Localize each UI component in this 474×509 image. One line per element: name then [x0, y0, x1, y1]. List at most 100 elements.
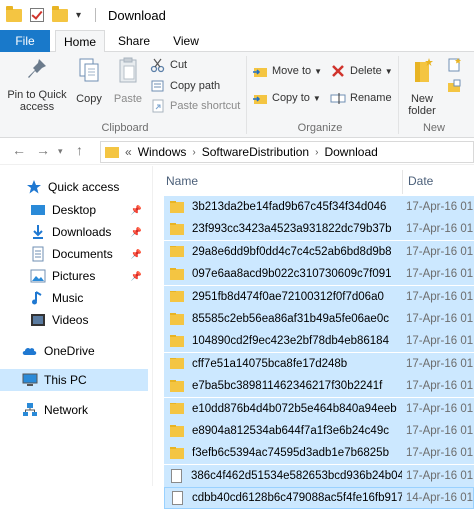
music-note-icon — [30, 290, 46, 306]
navigation-pane: Quick access Desktop 📌 Downloads 📌 Docum… — [0, 166, 148, 486]
file-row[interactable]: 2951fb8d474f0ae72100312f0f7d06a0 17-Apr-1… — [164, 285, 474, 308]
file-name: 386c4f462d51534e582653bcd936b24b043... — [191, 469, 402, 482]
nav-desktop[interactable]: Desktop 📌 — [0, 199, 148, 221]
paste-shortcut-icon — [150, 98, 166, 114]
tab-share[interactable]: Share — [110, 30, 158, 52]
nav-downloads[interactable]: Downloads 📌 — [0, 221, 148, 243]
nav-pictures[interactable]: Pictures 📌 — [0, 265, 148, 287]
quick-access-dropdown-icon[interactable]: ▾ — [76, 10, 81, 21]
file-name-cell: e10dd876b4d4b072b5e464b840a94eeb — [164, 402, 402, 415]
breadcrumb-download[interactable]: Download — [324, 145, 377, 159]
folder-icon — [170, 313, 184, 325]
back-arrow-icon[interactable]: ← — [12, 142, 26, 158]
file-date: 17-Apr-16 01 — [406, 335, 474, 348]
file-name: e7ba5bc389811462346217f30b2241f — [192, 380, 383, 393]
column-header-name[interactable]: Name — [166, 166, 198, 196]
folder-icon — [170, 380, 184, 392]
nav-videos[interactable]: Videos — [0, 309, 148, 331]
tab-view[interactable]: View — [164, 30, 208, 52]
nav-network[interactable]: Network — [0, 399, 148, 421]
file-date: 17-Apr-16 01 — [406, 425, 474, 437]
file-date: 17-Apr-16 01 — [406, 245, 474, 258]
breadcrumb-overflow[interactable]: « — [125, 145, 132, 159]
paste-shortcut-button[interactable]: Paste shortcut — [150, 97, 240, 115]
file-row[interactable]: 386c4f462d51534e582653bcd936b24b043... 17… — [164, 464, 474, 487]
up-arrow-icon[interactable]: ↑ — [76, 142, 83, 158]
nav-label: Downloads — [52, 225, 112, 239]
copy-to-icon — [252, 90, 268, 106]
pane-splitter[interactable] — [152, 166, 153, 486]
nav-music[interactable]: Music — [0, 287, 148, 309]
copy-to-button[interactable]: Copy to ▼ — [252, 89, 321, 107]
move-to-button[interactable]: Move to ▼ — [252, 62, 322, 80]
tab-home[interactable]: Home — [55, 30, 105, 53]
cut-label: Cut — [170, 59, 188, 71]
chevron-down-icon: ▼ — [314, 66, 323, 76]
address-row: ← → ▾ ↑ « Windows › SoftwareDistribution… — [0, 139, 474, 165]
new-item-button[interactable] — [446, 56, 474, 74]
file-row[interactable]: 85585c2eb56ea86af31b49a5fe06ae0c 17-Apr-1… — [164, 308, 474, 330]
column-separator[interactable] — [402, 170, 403, 194]
pin-to-quick-access-button[interactable]: Pin to Quick access — [4, 56, 70, 113]
file-date: 17-Apr-16 01 — [406, 357, 474, 370]
easy-access-button[interactable] — [446, 77, 474, 95]
folder-icon[interactable] — [6, 5, 22, 22]
pin-icon[interactable]: 📌 — [131, 227, 142, 238]
file-date: 17-Apr-16 01 — [406, 201, 474, 213]
file-name: cff7e51a14075bca8fe17d248b — [192, 357, 348, 370]
nav-this-pc[interactable]: This PC — [0, 369, 148, 391]
rename-button[interactable]: Rename — [330, 89, 392, 107]
copy-path-label: Copy path — [170, 80, 221, 92]
nav-onedrive[interactable]: OneDrive — [0, 340, 148, 362]
pin-icon[interactable]: 📌 — [131, 205, 142, 216]
file-row[interactable]: 23f993cc3423a4523a931822dc79b37b 17-Apr-1… — [164, 218, 474, 241]
breadcrumb-softwaredistribution[interactable]: SoftwareDistribution — [202, 145, 309, 159]
file-row[interactable]: cdbb40cd6128b6c479088ac5f4fe16fb917a... 1… — [164, 487, 474, 509]
new-folder-button[interactable]: New folder — [402, 56, 442, 117]
new-folder-quick-icon[interactable] — [52, 5, 68, 22]
folder-icon — [170, 335, 184, 347]
copy-path-button[interactable]: Copy path — [150, 77, 220, 95]
nav-documents[interactable]: Documents 📌 — [0, 243, 148, 265]
file-row[interactable]: cff7e51a14075bca8fe17d248b 17-Apr-16 01 — [164, 352, 474, 375]
file-date: 17-Apr-16 01 — [406, 380, 474, 393]
nav-label: Network — [44, 403, 89, 417]
cut-button[interactable]: Cut — [150, 56, 187, 74]
recent-locations-chevron-icon[interactable]: ▾ — [58, 146, 63, 157]
properties-check-icon[interactable] — [30, 8, 44, 22]
delete-button[interactable]: Delete ▼ — [330, 62, 393, 80]
file-row[interactable]: e8904a812534ab644f7a1f3e6b24c49c 17-Apr-1… — [164, 420, 474, 442]
scissors-icon — [150, 57, 166, 73]
copy-button[interactable]: Copy — [72, 56, 106, 105]
file-name: 3b213da2be14fad9b67c45f34f34d046 — [192, 201, 387, 213]
file-row[interactable]: f3efb6c5394ac74595d3adb1e7b6825b 17-Apr-1… — [164, 442, 474, 465]
file-date: 17-Apr-16 01 — [406, 447, 474, 460]
file-row[interactable]: 104890cd2f9ec423e2bf78db4eb86184 17-Apr-1… — [164, 330, 474, 353]
breadcrumb-windows[interactable]: Windows — [138, 145, 187, 159]
file-row[interactable]: e10dd876b4d4b072b5e464b840a94eeb 17-Apr-1… — [164, 397, 474, 420]
column-header-date-modified[interactable]: Date modifie — [408, 166, 474, 218]
forward-arrow-icon[interactable]: → — [36, 142, 50, 158]
file-name-cell: f3efb6c5394ac74595d3adb1e7b6825b — [164, 447, 402, 459]
file-row[interactable]: 29a8e6dd9bf0dd4c7c4c52ab6bd8d9b8 17-Apr-1… — [164, 240, 474, 263]
file-row[interactable]: 097e6aa8acd9b022c310730609c7f091 17-Apr-1… — [164, 263, 474, 286]
tab-file[interactable]: File — [0, 30, 50, 52]
paste-button[interactable]: Paste — [110, 56, 146, 105]
pin-icon[interactable]: 📌 — [131, 271, 142, 282]
rename-label: Rename — [350, 92, 392, 104]
folder-icon — [170, 357, 184, 370]
pin-icon[interactable]: 📌 — [131, 249, 142, 260]
address-bar[interactable]: « Windows › SoftwareDistribution › Downl… — [100, 141, 474, 163]
file-row[interactable]: 3b213da2be14fad9b67c45f34f34d046 17-Apr-1… — [164, 196, 474, 218]
file-name-cell: 23f993cc3423a4523a931822dc79b37b — [164, 223, 402, 235]
breadcrumb-chevron-icon[interactable]: › — [192, 147, 195, 158]
file-name-cell: 3b213da2be14fad9b67c45f34f34d046 — [164, 201, 402, 213]
new-group-label: New — [422, 122, 445, 134]
file-name: e10dd876b4d4b072b5e464b840a94eeb — [192, 402, 397, 415]
file-row[interactable]: e7ba5bc389811462346217f30b2241f 17-Apr-16… — [164, 375, 474, 398]
folder-icon — [170, 290, 184, 303]
desktop-icon — [30, 202, 46, 218]
network-icon — [22, 402, 38, 418]
nav-quick-access[interactable]: Quick access — [0, 176, 148, 198]
breadcrumb-chevron-icon[interactable]: › — [315, 147, 318, 158]
